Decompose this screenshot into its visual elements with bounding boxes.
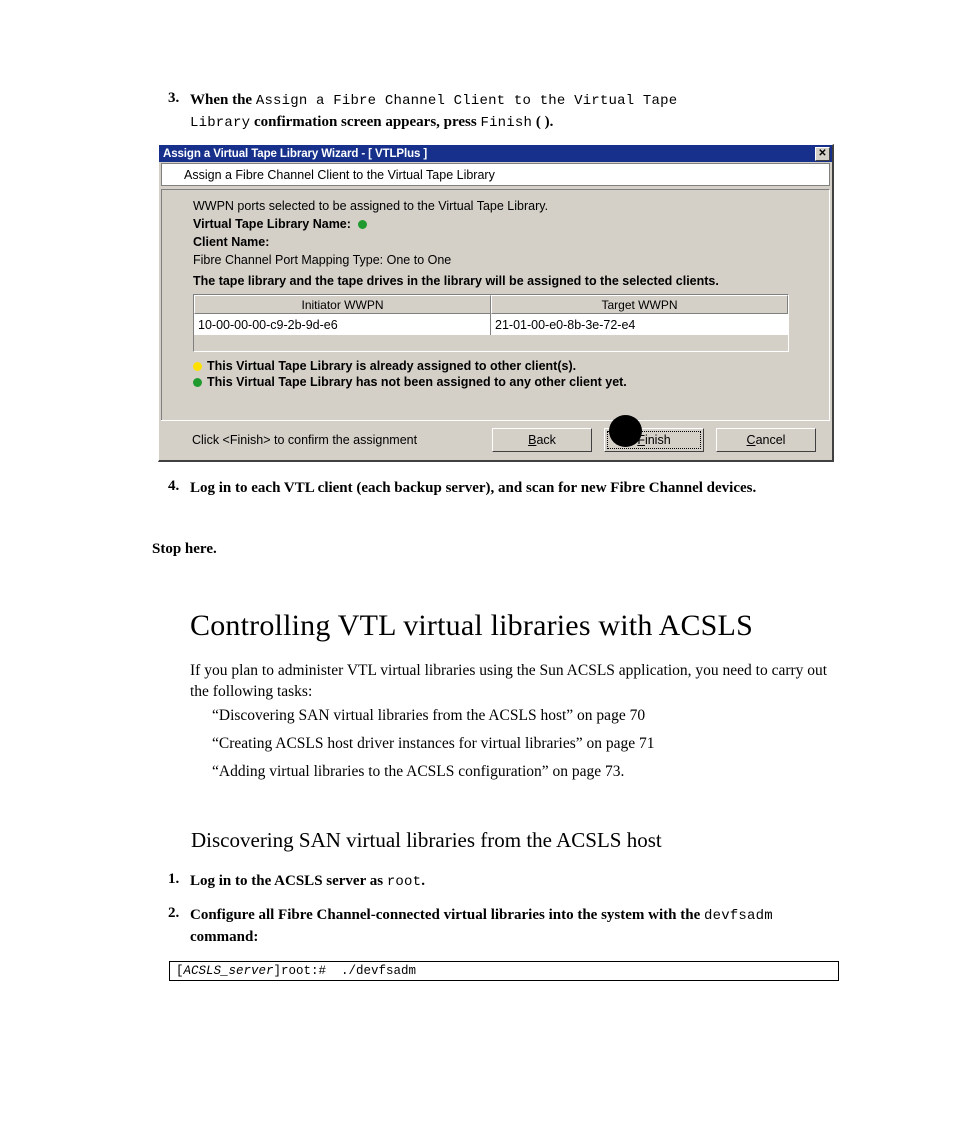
cell-target-wwpn: 21-01-00-e0-8b-3e-72-e4 <box>495 317 636 332</box>
cancel-button[interactable]: Cancel <box>716 427 816 452</box>
legend-text-assigned: This Virtual Tape Library is already ass… <box>207 359 577 373</box>
back-button[interactable]: Back <box>492 427 592 452</box>
field-label-client-name: Client Name: <box>193 235 270 249</box>
field-label-vtl-name: Virtual Tape Library Name: <box>193 217 351 231</box>
column-header-initiator-wwpn[interactable]: Initiator WWPN <box>194 295 491 314</box>
xref-link-2[interactable]: “Creating ACSLS host driver instances fo… <box>212 735 655 753</box>
field-client-name: Client Name: <box>193 235 815 249</box>
wwpn-intro-line: WWPN ports selected to be assigned to th… <box>193 199 549 213</box>
legend-dot-yellow-icon <box>193 361 202 371</box>
stop-here-note: Stop here. <box>152 541 217 557</box>
legend-item-assigned: This Virtual Tape Library is already ass… <box>193 359 815 373</box>
command-output-box: [ACSLS_server]root:# ./devfsadm <box>169 961 839 981</box>
step-3-seg6: ( ). <box>532 114 554 130</box>
step-4: 4. Log in to each VTL client (each backu… <box>168 478 838 499</box>
legend-text-unassigned: This Virtual Tape Library has not been a… <box>207 375 627 389</box>
column-header-target-wwpn[interactable]: Target WWPN <box>491 295 788 314</box>
finish-label-rest: inish <box>644 432 671 447</box>
step-2-number: 2. <box>168 905 180 921</box>
step-3-number: 3. <box>168 90 180 106</box>
xref-link-3[interactable]: “Adding virtual libraries to the ACSLS c… <box>212 763 624 781</box>
section-heading-controlling-vtl: Controlling VTL virtual libraries with A… <box>190 609 753 642</box>
wwpn-table-body: 10-00-00-00-c9-2b-9d-e6 21-01-00-e0-8b-3… <box>194 314 788 351</box>
subsection-heading-discovering-san: Discovering SAN virtual libraries from t… <box>191 828 662 852</box>
step-3-code-2: Library <box>190 115 251 131</box>
assign-vtl-wizard-dialog[interactable]: Assign a Virtual Tape Library Wizard - [… <box>158 144 834 462</box>
step-1-seg3: . <box>421 873 425 889</box>
status-legend: This Virtual Tape Library is already ass… <box>193 359 815 389</box>
field-virtual-tape-library-name: Virtual Tape Library Name: <box>193 217 815 231</box>
finish-button-label: Finish <box>637 433 670 447</box>
step-1-number: 1. <box>168 871 180 887</box>
step-4-number: 4. <box>168 478 180 494</box>
dialog-titlebar: Assign a Virtual Tape Library Wizard - [… <box>159 145 832 162</box>
cancel-label-rest: ancel <box>755 432 786 447</box>
xref-link-1[interactable]: “Discovering SAN virtual libraries from … <box>212 707 645 725</box>
footer-hint-text: Click <Finish> to confirm the assignment <box>192 432 418 447</box>
step-3-seg1: When the <box>190 92 256 108</box>
step-1-seg1: Log in to the ACSLS server as <box>190 873 387 889</box>
back-label-rest: ack <box>536 432 556 447</box>
step-3-code-3: Finish <box>480 115 533 131</box>
dialog-subtitle-bar: Assign a Fibre Channel Client to the Vir… <box>161 163 830 186</box>
wwpn-table: Initiator WWPN Target WWPN 10-00-00-00-c… <box>193 294 789 352</box>
cancel-mnemonic: C <box>746 432 756 447</box>
command-prefix: [ <box>176 964 184 978</box>
step-3: 3. When the Assign a Fibre Channel Clien… <box>168 90 828 134</box>
step-3-text: When the Assign a Fibre Channel Client t… <box>190 90 677 134</box>
step-2-seg1: Configure all Fibre Channel-connected vi… <box>190 907 704 923</box>
step-1: 1. Log in to the ACSLS server as root. <box>168 871 828 893</box>
step-2-seg3: command: <box>190 929 259 945</box>
table-empty-area <box>194 335 788 351</box>
dialog-content-panel: WWPN ports selected to be assigned to th… <box>161 189 830 425</box>
cancel-button-label: Cancel <box>747 433 786 447</box>
legend-dot-green-icon <box>193 377 202 387</box>
step-2-code: devfsadm <box>704 908 773 924</box>
intro-paragraph: If you plan to administer VTL virtual li… <box>190 662 828 700</box>
table-row[interactable]: 10-00-00-00-c9-2b-9d-e6 21-01-00-e0-8b-3… <box>194 314 788 335</box>
step-3-code-1: Assign a Fibre Channel Client to the Vir… <box>255 93 678 109</box>
status-dot-green-icon <box>357 219 367 229</box>
step-1-code: root <box>386 874 422 890</box>
back-button-label: Back <box>528 433 556 447</box>
assignment-note: The tape library and the tape drives in … <box>193 274 719 288</box>
legend-item-unassigned: This Virtual Tape Library has not been a… <box>193 375 815 389</box>
dialog-title: Assign a Virtual Tape Library Wizard - [… <box>163 147 428 160</box>
step-2: 2. Configure all Fibre Channel-connected… <box>168 905 848 948</box>
fc-port-mapping-type: Fibre Channel Port Mapping Type: One to … <box>193 253 452 267</box>
dialog-subtitle: Assign a Fibre Channel Client to the Vir… <box>184 167 495 182</box>
step-3-seg4: confirmation screen appears, press <box>250 114 481 130</box>
callout-marker-icon <box>609 415 642 447</box>
command-suffix: ]root:# ./devfsadm <box>273 964 417 978</box>
step-1-text: Log in to the ACSLS server as root. <box>190 871 425 893</box>
step-2-text: Configure all Fibre Channel-connected vi… <box>190 905 840 948</box>
wwpn-table-header-row: Initiator WWPN Target WWPN <box>194 295 788 314</box>
dialog-button-bar: Click <Finish> to confirm the assignment… <box>161 420 830 458</box>
cell-initiator-wwpn: 10-00-00-00-c9-2b-9d-e6 <box>194 314 491 335</box>
close-icon[interactable]: ✕ <box>815 146 830 161</box>
command-text: [ACSLS_server]root:# ./devfsadm <box>176 964 416 978</box>
command-variable: ACSLS_server <box>183 964 274 978</box>
step-4-text: Log in to each VTL client (each backup s… <box>190 480 757 496</box>
document-page: 3. When the Assign a Fibre Channel Clien… <box>0 0 954 1145</box>
